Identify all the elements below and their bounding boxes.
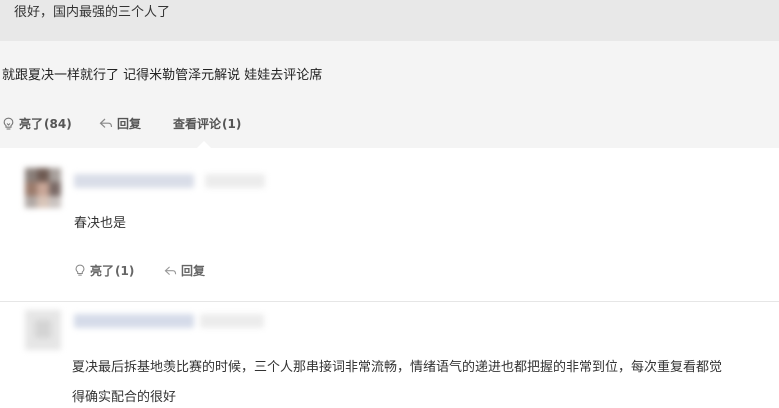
comment-like-button[interactable]: 亮了 (1) [74, 262, 134, 279]
comment-meta [200, 314, 264, 328]
comment-reply-button[interactable]: 回复 [164, 262, 205, 279]
comment-like-label: 亮了 [90, 264, 115, 278]
comment-like-count: (1) [115, 263, 135, 278]
comment-author[interactable] [74, 314, 194, 328]
comments-pointer [197, 141, 211, 148]
quoted-post-text: 很好，国内最强的三个人了 [14, 5, 171, 20]
comment-reply-label: 回复 [181, 264, 206, 278]
like-count: (84) [44, 116, 72, 131]
comment-text-line-1: 夏决最后拆基地羡比赛的时候，三个人那串接词非常流畅，情绪语气的递进也都把握的非常… [72, 360, 723, 375]
reply-button[interactable]: 回复 [99, 115, 141, 132]
comment-text-line-2: 得确实配合的很好 [72, 390, 177, 405]
lightbulb-icon [74, 264, 86, 277]
view-comments-count: (1) [222, 116, 242, 131]
like-button[interactable]: 亮了 (84) [2, 115, 72, 132]
reply-arrow-icon [164, 265, 177, 277]
avatar[interactable] [25, 310, 61, 350]
comments-panel: 春决也是 亮了 (1) 回复 夏决最后拆基地羡比赛的时候，三个人那串接词非常流畅… [0, 148, 779, 408]
answer-section: 就跟夏决一样就行了 记得米勒管泽元解说 娃娃去评论席 亮了 (84) 回复 查看… [0, 41, 779, 148]
comment-divider [0, 301, 779, 302]
reply-arrow-icon [99, 117, 113, 130]
lightbulb-icon [2, 117, 15, 131]
quoted-post: 很好，国内最强的三个人了 [0, 0, 779, 41]
comment-text: 春决也是 [74, 216, 127, 231]
like-label: 亮了 [19, 117, 44, 131]
comment-author[interactable] [74, 174, 194, 188]
view-comments-button[interactable]: 查看评论 (1) [173, 115, 241, 132]
answer-text: 就跟夏决一样就行了 记得米勒管泽元解说 娃娃去评论席 [2, 68, 323, 83]
reply-label: 回复 [117, 117, 142, 131]
comment-meta [205, 174, 265, 188]
view-comments-label: 查看评论 [173, 117, 222, 131]
avatar[interactable] [25, 168, 61, 208]
